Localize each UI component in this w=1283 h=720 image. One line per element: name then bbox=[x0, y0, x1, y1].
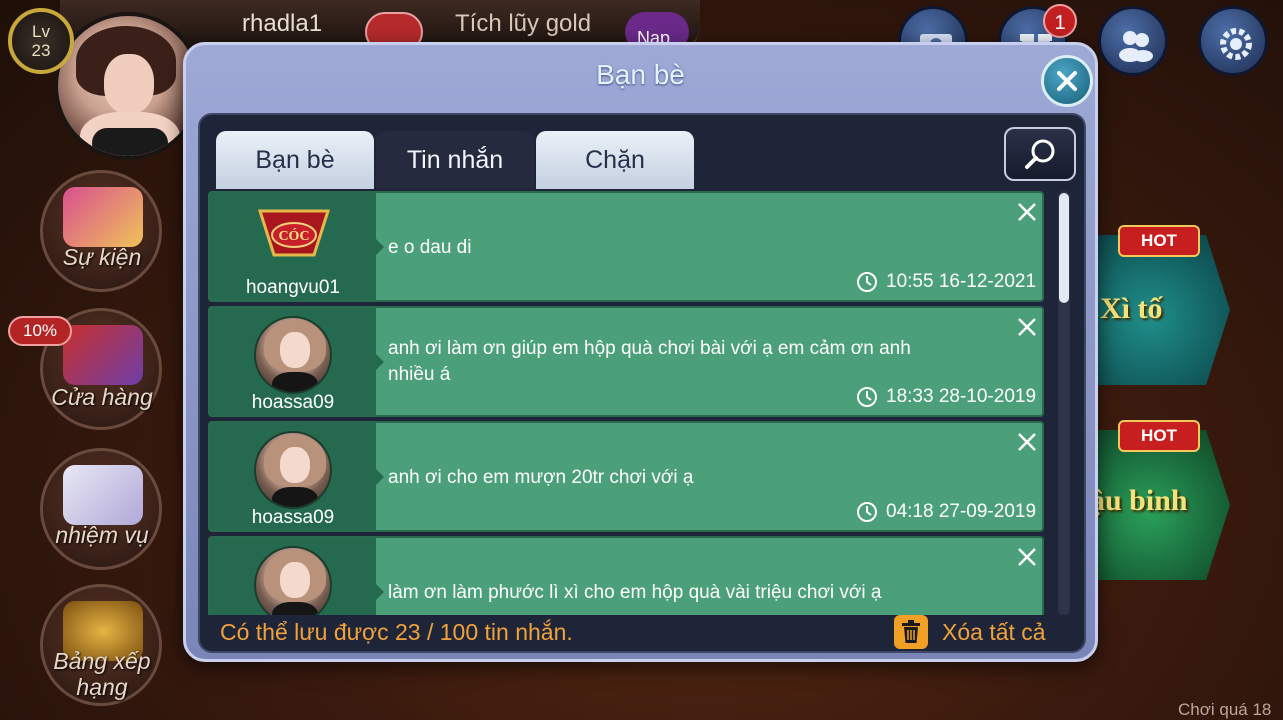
clock-icon bbox=[857, 272, 877, 292]
game-title-xi-to: Xì tố bbox=[1100, 292, 1163, 325]
sender-avatar bbox=[254, 431, 332, 509]
mission-button[interactable] bbox=[40, 448, 162, 570]
message-time: 04:18 27-09-2019 bbox=[856, 501, 1036, 523]
player-avatar[interactable] bbox=[54, 12, 202, 160]
delete-message-icon[interactable] bbox=[1016, 316, 1038, 338]
gift-badge: 1 bbox=[1043, 4, 1077, 38]
scroll-thumb[interactable] bbox=[1059, 193, 1069, 303]
delete-message-icon[interactable] bbox=[1016, 201, 1038, 223]
level-value: 23 bbox=[31, 41, 51, 60]
message-username: hoassa09 bbox=[251, 507, 335, 528]
game-title-mau-binh: ậu binh bbox=[1090, 484, 1188, 517]
message-time-text: 18:33 28-10-2019 bbox=[886, 386, 1037, 407]
shop-icon bbox=[63, 325, 143, 385]
message-text: anh ơi làm ơn giúp em hộp quà chơi bài v… bbox=[388, 338, 911, 385]
message-time-text: 10:55 16-12-2021 bbox=[886, 271, 1037, 292]
game-logo-icon: CÓC bbox=[257, 209, 331, 257]
message-row[interactable]: CÓC hoangvu01 e o dau di 10:55 16-12-202… bbox=[208, 191, 1044, 302]
clear-all-button[interactable]: Xóa tất cả bbox=[942, 619, 1046, 646]
tab-friends[interactable]: Bạn bè bbox=[216, 131, 374, 189]
event-label: Sự kiện bbox=[62, 244, 142, 270]
event-button[interactable] bbox=[40, 170, 162, 292]
search-button[interactable] bbox=[1004, 127, 1076, 181]
delete-message-icon[interactable] bbox=[1016, 431, 1038, 453]
search-icon bbox=[1025, 139, 1055, 169]
delete-message-icon[interactable] bbox=[1016, 546, 1038, 568]
message-text: anh ơi cho em mượn 20tr chơi với ạ bbox=[388, 467, 694, 488]
trash-button[interactable] bbox=[894, 615, 928, 649]
message-sender: CÓC hoangvu01 bbox=[210, 193, 384, 300]
message-sender: hoassa09 bbox=[210, 423, 384, 530]
level-prefix: Lv bbox=[32, 22, 50, 41]
dialog-panel: Bạn bè Tin nhắn Chặn CÓC hoangvu01 e o d… bbox=[198, 113, 1086, 653]
message-sender: hoassa09 bbox=[210, 308, 384, 415]
trash-icon bbox=[902, 620, 920, 643]
message-time: 18:33 28-10-2019 bbox=[856, 386, 1036, 408]
hot-badge: HOT bbox=[1118, 420, 1200, 452]
message-username: hoassa09 bbox=[251, 392, 335, 413]
gold-label: Tích lũy gold bbox=[455, 10, 592, 37]
message-row[interactable]: hoassa09 làm ơn làm phước lì xì cho em h… bbox=[208, 536, 1044, 615]
tab-messages[interactable]: Tin nhắn bbox=[376, 131, 534, 189]
discount-badge: 10% bbox=[8, 316, 72, 346]
level-badge: Lv 23 bbox=[8, 8, 74, 74]
message-capacity: Có thể lưu được 23 / 100 tin nhắn. bbox=[220, 619, 573, 645]
message-sender: hoassa09 bbox=[210, 538, 384, 615]
hot-badge: HOT bbox=[1118, 225, 1200, 257]
event-icon bbox=[63, 187, 143, 247]
gift-box-icon bbox=[63, 465, 143, 525]
clock-icon bbox=[857, 502, 877, 522]
friends-icon[interactable] bbox=[1098, 6, 1168, 76]
dialog-title: Bạn bè bbox=[596, 59, 685, 90]
message-text: e o dau di bbox=[388, 237, 472, 258]
svg-text:CÓC: CÓC bbox=[278, 227, 309, 244]
mission-label: nhiệm vụ bbox=[55, 522, 149, 548]
settings-icon[interactable] bbox=[1198, 6, 1268, 76]
message-time: 10:55 16-12-2021 bbox=[856, 271, 1036, 293]
message-list[interactable]: CÓC hoangvu01 e o dau di 10:55 16-12-202… bbox=[208, 191, 1078, 615]
message-scrollbar[interactable] bbox=[1058, 191, 1070, 615]
leaderboard-label: Bảng xếp hạng bbox=[53, 648, 151, 700]
close-button[interactable] bbox=[1041, 55, 1093, 107]
bottom-hint: Chơi quá 18 bbox=[1178, 700, 1272, 719]
message-text: làm ơn làm phước lì xì cho em hộp quà và… bbox=[388, 582, 882, 603]
sender-avatar bbox=[254, 316, 332, 394]
tab-blocked[interactable]: Chặn bbox=[536, 131, 694, 189]
sender-avatar bbox=[254, 546, 332, 615]
close-icon bbox=[1057, 71, 1077, 91]
clock-icon bbox=[857, 387, 877, 407]
shop-label: Cửa hàng bbox=[51, 384, 153, 410]
message-time-text: 04:18 27-09-2019 bbox=[886, 501, 1037, 522]
message-row[interactable]: hoassa09 anh ơi làm ơn giúp em hộp quà c… bbox=[208, 306, 1044, 417]
friends-dialog: Bạn bè Bạn bè Tin nhắn Chặn CÓC hoangvu0… bbox=[183, 42, 1098, 662]
message-username: hoangvu01 bbox=[245, 277, 341, 298]
username: rhadla1 bbox=[242, 10, 323, 37]
message-row[interactable]: hoassa09 anh ơi cho em mượn 20tr chơi vớ… bbox=[208, 421, 1044, 532]
